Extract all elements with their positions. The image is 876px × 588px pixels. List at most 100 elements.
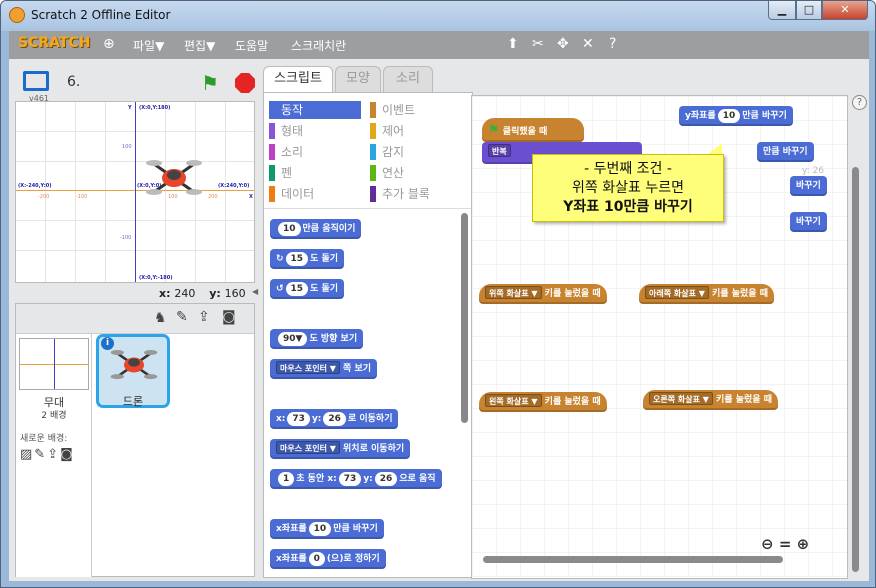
close-button[interactable]: ✕	[822, 1, 868, 20]
when-left-key-pressed-hat[interactable]: 왼쪽 화살표 ▼ 키를 눌렀을 때	[479, 392, 607, 412]
stage-header: v461 6. ⚑	[15, 65, 255, 103]
coord-left: (X:-240,Y:0)	[18, 183, 52, 189]
tick-y-neg100: -100	[120, 235, 132, 241]
zoom-in-icon[interactable]: ⊕	[797, 535, 810, 553]
when-right-key-pressed-hat[interactable]: 오른쪽 화살표 ▼ 키를 눌렀을 때	[643, 390, 778, 410]
goto-xy-block[interactable]: x: 73 y: 26 로 이동하기	[270, 409, 399, 429]
block-palette: 동작 이벤트 형태 제어 소리 감지 펜 연산 데이터 추가 블록 10 만큼 움…	[263, 92, 473, 578]
y-axis	[135, 102, 136, 282]
tick-x-neg200: -200	[38, 194, 50, 200]
change-x-block[interactable]: x좌표를 10 만큼 바꾸기	[270, 519, 384, 539]
maximize-button[interactable]: □	[796, 1, 822, 20]
globe-icon[interactable]: ⊕	[103, 36, 115, 52]
menu-help[interactable]: 도움말	[235, 37, 268, 54]
camera-icon[interactable]: ◙	[222, 309, 236, 325]
stage-column[interactable]: 무대 2 배경 새로운 배경: ▨✎⇪◙	[16, 334, 92, 577]
palette-scrollbar[interactable]	[461, 213, 468, 423]
category-looks[interactable]: 형태	[269, 122, 361, 140]
tab-costumes[interactable]: 모양	[335, 66, 381, 92]
callout-line-1: - 두번째 조건 -	[584, 161, 672, 177]
when-down-key-pressed-hat[interactable]: 아래쪽 화살표 ▼ 키를 눌렀을 때	[639, 284, 774, 304]
menu-about[interactable]: 스크래치란	[291, 37, 346, 54]
green-flag-icon[interactable]: ⚑	[201, 71, 219, 95]
fullscreen-icon[interactable]	[23, 71, 49, 91]
category-operators[interactable]: 연산	[370, 164, 462, 182]
goto-block[interactable]: 마우스 포인터 ▼ 위치로 이동하기	[270, 439, 411, 459]
category-motion[interactable]: 동작	[269, 101, 361, 119]
tick-x-neg100: -100	[76, 194, 88, 200]
turn-left-block[interactable]: ↺ 15 도 돌기	[270, 279, 345, 299]
scratch-app-icon	[9, 7, 25, 23]
help-icon[interactable]: ?	[852, 95, 867, 110]
change-y-block[interactable]: y좌표를 10 만큼 바꾸기	[679, 106, 793, 126]
rotate-cw-icon: ↻	[276, 254, 284, 264]
x-axis-label: X	[249, 194, 253, 200]
turn-right-block[interactable]: ↻ 15 도 돌기	[270, 249, 345, 269]
change-y-block-3[interactable]: 바꾸기	[790, 176, 827, 196]
point-direction-block[interactable]: 90▼ 도 방향 보기	[270, 329, 364, 349]
when-flag-clicked-hat[interactable]: ⚑ 클릭했을 때	[482, 118, 584, 142]
backdrop-library-icon[interactable]: ▨	[20, 447, 34, 462]
category-events[interactable]: 이벤트	[370, 101, 462, 119]
annotation-callout: - 두번째 조건 - 위쪽 화살표 누르면 Y좌표 10만큼 바꾸기	[532, 154, 724, 222]
stage-canvas[interactable]: (X:0,Y:180) Y (X:-240,Y:0) (X:240,Y:0) X…	[15, 101, 255, 283]
sprite-position-hint: y: 26	[802, 166, 825, 176]
change-y-block-2[interactable]: 만큼 바꾸기	[757, 142, 814, 162]
category-list: 동작 이벤트 형태 제어 소리 감지 펜 연산 데이터 추가 블록	[264, 93, 472, 209]
scratch-logo[interactable]: SCRATCH	[18, 35, 90, 51]
backdrop-count: 2 배경	[41, 411, 67, 421]
upload-backdrop-icon[interactable]: ⇪	[47, 447, 60, 462]
category-sensing[interactable]: 감지	[370, 143, 462, 161]
stop-icon[interactable]	[235, 73, 255, 93]
app-window: Scratch 2 Offline Editor ▁ □ ✕ SCRATCH ⊕…	[0, 0, 876, 588]
tab-scripts[interactable]: 스크립트	[263, 66, 333, 93]
change-y-block-4[interactable]: 바꾸기	[790, 212, 827, 232]
paint-sprite-icon[interactable]: ✎	[176, 309, 188, 325]
glide-block[interactable]: 1초 동안 x: 73 y: 26 으로 움직	[270, 469, 442, 489]
category-control[interactable]: 제어	[370, 122, 462, 140]
tab-sounds[interactable]: 소리	[383, 66, 433, 92]
move-steps-block[interactable]: 10 만큼 움직이기	[270, 219, 362, 239]
delete-scissors-icon[interactable]: ✂	[532, 36, 544, 52]
rotate-ccw-icon: ↺	[276, 284, 284, 294]
menu-edit[interactable]: 편집▼	[184, 37, 215, 54]
editor-content: v461 6. ⚑ (X:0,Y:180) Y (X:-240,Y:0) (X:…	[9, 59, 869, 581]
project-title[interactable]: 6.	[67, 74, 80, 90]
zoom-controls: ⊖ = ⊕	[761, 535, 809, 553]
minimize-button[interactable]: ▁	[768, 1, 796, 20]
menu-file[interactable]: 파일▼	[133, 37, 164, 54]
new-backdrop-label: 새로운 배경:	[20, 434, 68, 444]
when-up-key-pressed-hat[interactable]: 위쪽 화살표 ▼ 키를 눌렀을 때	[479, 284, 607, 304]
tick-x-200: 200	[208, 194, 218, 200]
shrink-icon[interactable]: ✕	[582, 36, 594, 52]
point-towards-block[interactable]: 마우스 포인터 ▼ 쪽 보기	[270, 359, 378, 379]
window-title: Scratch 2 Offline Editor	[31, 8, 171, 22]
upload-sprite-icon[interactable]: ⇪	[198, 309, 210, 325]
category-data[interactable]: 데이터	[269, 185, 361, 203]
duplicate-stamp-icon[interactable]: ⬆	[507, 36, 519, 52]
category-more-blocks[interactable]: 추가 블록	[370, 185, 462, 203]
set-x-block[interactable]: x좌표를 0 (으)로 정하기	[270, 549, 386, 569]
grow-icon[interactable]: ✥	[557, 36, 569, 52]
choose-sprite-icon[interactable]: ♞	[154, 310, 167, 326]
script-vertical-scrollbar[interactable]	[852, 167, 859, 572]
zoom-reset-icon[interactable]: =	[779, 535, 792, 553]
stage-thumbnail[interactable]	[19, 338, 89, 390]
zoom-out-icon[interactable]: ⊖	[761, 535, 774, 553]
backdrop-tools: ▨✎⇪◙	[20, 447, 75, 462]
category-pen[interactable]: 펜	[269, 164, 361, 182]
block-help-icon[interactable]: ?	[609, 36, 616, 52]
category-sound[interactable]: 소리	[269, 143, 361, 161]
mouse-coordinates: x: 240 y: 160	[159, 287, 246, 300]
script-horizontal-scrollbar[interactable]	[483, 556, 783, 563]
callout-line-2: 위쪽 화살표 누르면	[572, 180, 684, 196]
sprite-thumbnail-drone[interactable]: i 드론	[96, 334, 170, 408]
mouse-x-value: 240	[174, 287, 196, 300]
backdrop-camera-icon[interactable]: ◙	[60, 447, 75, 462]
paint-backdrop-icon[interactable]: ✎	[34, 447, 47, 462]
drone-sprite-image[interactable]	[144, 154, 204, 202]
flag-icon: ⚑	[488, 123, 500, 138]
drone-thumbnail-icon	[110, 350, 158, 380]
sprite-name: 드론	[122, 395, 144, 408]
tick-y-100: 100	[122, 144, 132, 150]
